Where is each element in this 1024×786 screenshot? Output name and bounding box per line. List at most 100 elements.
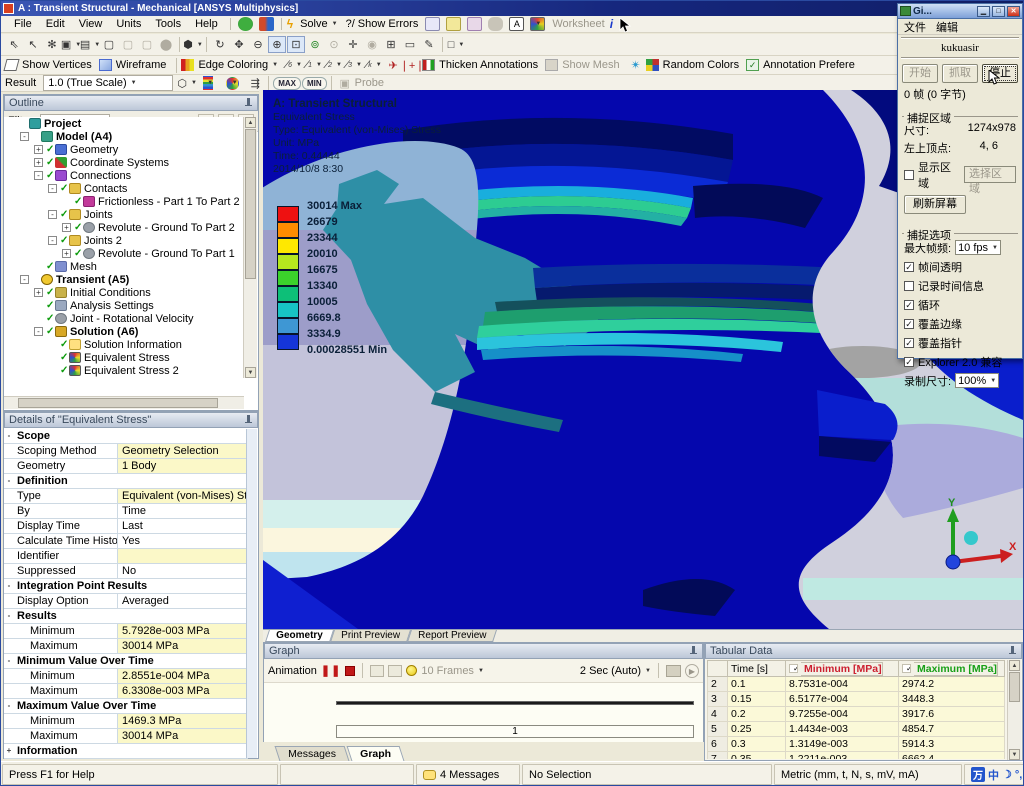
tree-item[interactable]: Solution Information	[4, 338, 244, 351]
property-value[interactable]: 30014 MPa	[118, 729, 248, 743]
expand-toggle[interactable]: +	[62, 249, 71, 258]
category-expand-toggle[interactable]	[4, 459, 14, 473]
table-row[interactable]: 5 0.25 1.4434e-003 4854.7	[707, 722, 1005, 737]
time-cell[interactable]: 0.15	[728, 692, 786, 707]
tag-icon[interactable]	[446, 17, 461, 31]
outline-horizontal-scrollbar[interactable]	[4, 396, 244, 409]
table-row[interactable]: 6 0.3 1.3149e-003 5914.3	[707, 737, 1005, 752]
refresh-screen-button[interactable]: 刷新屏幕	[904, 195, 966, 214]
edge-direction-icon[interactable]: ∕1	[305, 57, 323, 74]
tree-item[interactable]: + Coordinate Systems	[4, 156, 244, 169]
tree-item[interactable]: Joint - Rotational Velocity	[4, 312, 244, 325]
category-expand-toggle[interactable]: -	[4, 609, 14, 623]
pin-icon[interactable]	[244, 98, 253, 109]
scroll-up-button[interactable]: ▲	[245, 117, 256, 128]
tree-item[interactable]: + Initial Conditions	[4, 286, 244, 299]
ruler-icon[interactable]: ▭	[401, 36, 419, 53]
max-checkbox[interactable]	[902, 664, 911, 673]
expand-toggle[interactable]	[8, 119, 17, 128]
expand-toggle[interactable]: +	[34, 288, 43, 297]
table-row[interactable]: 3 0.15 6.5177e-004 3448.3	[707, 692, 1005, 707]
minimize-button[interactable]: ▁	[977, 6, 990, 17]
new-section-plane-icon[interactable]	[425, 17, 440, 31]
zoom-magnify-icon[interactable]: ⊙	[325, 36, 343, 53]
capture-menu-item[interactable]: 文件	[904, 19, 926, 35]
ime-halfwidth-icon[interactable]: ☽	[1002, 768, 1012, 781]
edge-coloring-button[interactable]: Edge Coloring	[198, 59, 278, 71]
scroll-up-button[interactable]: ▲	[1009, 660, 1020, 671]
time-cell[interactable]: 0.35	[728, 752, 786, 759]
property-value[interactable]: No	[118, 564, 248, 578]
min-cell[interactable]: 9.7255e-004	[786, 707, 899, 722]
property-value[interactable]: Geometry Selection	[118, 444, 248, 458]
tree-item[interactable]: Project	[4, 117, 244, 130]
expand-toggle[interactable]: -	[48, 236, 57, 245]
random-colors-button[interactable]: Random Colors	[663, 59, 739, 71]
update-result-icon[interactable]	[406, 665, 417, 676]
geometry-display-icon[interactable]: ⬡	[178, 75, 196, 92]
grab-button[interactable]: 抓取	[942, 64, 978, 83]
time-slider[interactable]: 1	[336, 725, 694, 738]
show-vertices-button[interactable]: Show Vertices	[22, 59, 92, 71]
tag-tool-icon[interactable]: ✎	[420, 36, 438, 53]
ime-punct-icon[interactable]: °,	[1015, 769, 1022, 781]
zoom-in-icon[interactable]: ⊕	[268, 36, 286, 53]
scrollbar-thumb[interactable]	[1009, 672, 1020, 702]
play-icon[interactable]: ▶	[685, 664, 699, 678]
menu-item[interactable]: Tools	[148, 17, 188, 31]
category-expand-toggle[interactable]: +	[4, 744, 14, 758]
stop-button[interactable]	[345, 666, 355, 676]
tree-item[interactable]: + Revolute - Ground To Part 2	[4, 221, 244, 234]
graph-header[interactable]: Graph	[264, 643, 703, 659]
window-layout-icon[interactable]: □	[447, 36, 465, 53]
show-errors-button[interactable]: ?/ Show Errors	[343, 17, 422, 31]
pin-icon[interactable]	[244, 415, 253, 426]
status-messages[interactable]: 4 Messages	[416, 764, 520, 785]
property-value[interactable]	[118, 549, 248, 563]
tree-item[interactable]: - Model (A4)	[4, 130, 244, 143]
expand-toggle[interactable]: -	[20, 275, 29, 284]
min-column-header[interactable]: Minimum [MPa]	[786, 660, 899, 677]
select-type-icon[interactable]: ▣	[62, 36, 80, 53]
ime-mode-icon[interactable]: 中	[988, 767, 999, 783]
viewports-icon[interactable]: ⊞	[382, 36, 400, 53]
table-row[interactable]: 7 0.35 1.2211e-003 6662.4	[707, 752, 1005, 759]
expand-toggle[interactable]: +	[34, 158, 43, 167]
viewport-tab[interactable]: Geometry	[265, 630, 334, 642]
vector-display-icon[interactable]: ⇶	[246, 75, 264, 92]
tree-item[interactable]: Analysis Settings	[4, 299, 244, 312]
menu-item[interactable]: Units	[109, 17, 148, 31]
category-expand-toggle[interactable]	[4, 534, 14, 548]
property-value[interactable]: 6.3308e-003 MPa	[118, 684, 248, 698]
max-column-header[interactable]: Maximum [MPa]	[899, 660, 1005, 677]
edge-direction-icon[interactable]: ∕2	[325, 57, 343, 74]
viewport-tab[interactable]: Print Preview	[330, 630, 411, 642]
iso-view-icon[interactable]: ✛	[344, 36, 362, 53]
details-scrollbar[interactable]	[246, 429, 257, 758]
ime-brand-icon[interactable]: 万	[971, 767, 985, 782]
select-mode2-icon[interactable]: ↖	[24, 36, 42, 53]
maximize-button[interactable]: □	[992, 6, 1005, 17]
edge-direction-icon[interactable]: ∕6	[285, 57, 303, 74]
start-button[interactable]: 开始	[902, 64, 938, 83]
category-expand-toggle[interactable]	[4, 684, 14, 698]
bottom-tab[interactable]: Graph	[346, 746, 404, 761]
option-checkbox[interactable]	[904, 281, 914, 291]
zoom-fit-icon[interactable]: ⊚	[306, 36, 324, 53]
duration-dropdown[interactable]: 2 Sec (Auto)	[580, 665, 651, 677]
face-filter-icon[interactable]: ▢	[138, 36, 156, 53]
property-value[interactable]: 30014 MPa	[118, 639, 248, 653]
tabular-scrollbar[interactable]: ▲ ▼	[1007, 660, 1021, 760]
edge-filter-icon[interactable]: ▢	[119, 36, 137, 53]
category-expand-toggle[interactable]	[4, 594, 14, 608]
status-units[interactable]: Metric (mm, t, N, s, mV, mA)	[774, 764, 962, 785]
menu-item[interactable]: File	[7, 17, 39, 31]
menu-item[interactable]: Help	[188, 17, 225, 31]
option-checkbox[interactable]	[904, 319, 914, 329]
expand-toggle[interactable]	[48, 340, 57, 349]
tree-item[interactable]: - Joints 2	[4, 234, 244, 247]
pin-icon[interactable]	[1008, 646, 1017, 657]
expand-toggle[interactable]: -	[34, 327, 43, 336]
look-at-icon[interactable]: ◉	[363, 36, 381, 53]
property-value[interactable]: Time	[118, 504, 248, 518]
